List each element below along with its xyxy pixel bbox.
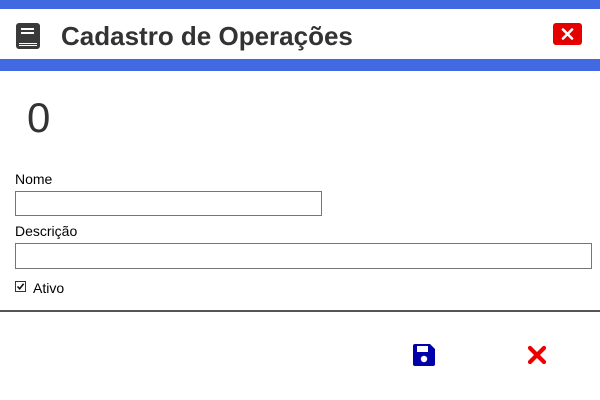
title-bar: Cadastro de Operações	[0, 9, 600, 59]
nome-label: Nome	[15, 171, 53, 187]
descricao-label: Descrição	[15, 223, 78, 239]
close-icon	[561, 28, 574, 40]
header-top-accent	[0, 0, 600, 9]
floppy-disk-icon	[413, 344, 435, 366]
ativo-label: Ativo	[33, 280, 65, 296]
descricao-input[interactable]	[15, 243, 592, 269]
footer-divider	[0, 310, 600, 312]
checkmark-icon	[16, 283, 25, 291]
nome-input[interactable]	[15, 191, 322, 216]
window-title: Cadastro de Operações	[61, 21, 353, 51]
cancel-x-icon	[527, 345, 547, 365]
book-icon	[16, 23, 40, 49]
save-button[interactable]	[412, 343, 436, 367]
cancel-button[interactable]	[527, 345, 547, 365]
ativo-checkbox[interactable]	[15, 281, 26, 292]
close-button[interactable]	[553, 23, 582, 45]
record-id: 0	[27, 94, 51, 141]
operation-registration-dialog: Cadastro de Operações 0 Nome Descrição A…	[0, 0, 600, 400]
header-bottom-accent	[0, 59, 600, 71]
